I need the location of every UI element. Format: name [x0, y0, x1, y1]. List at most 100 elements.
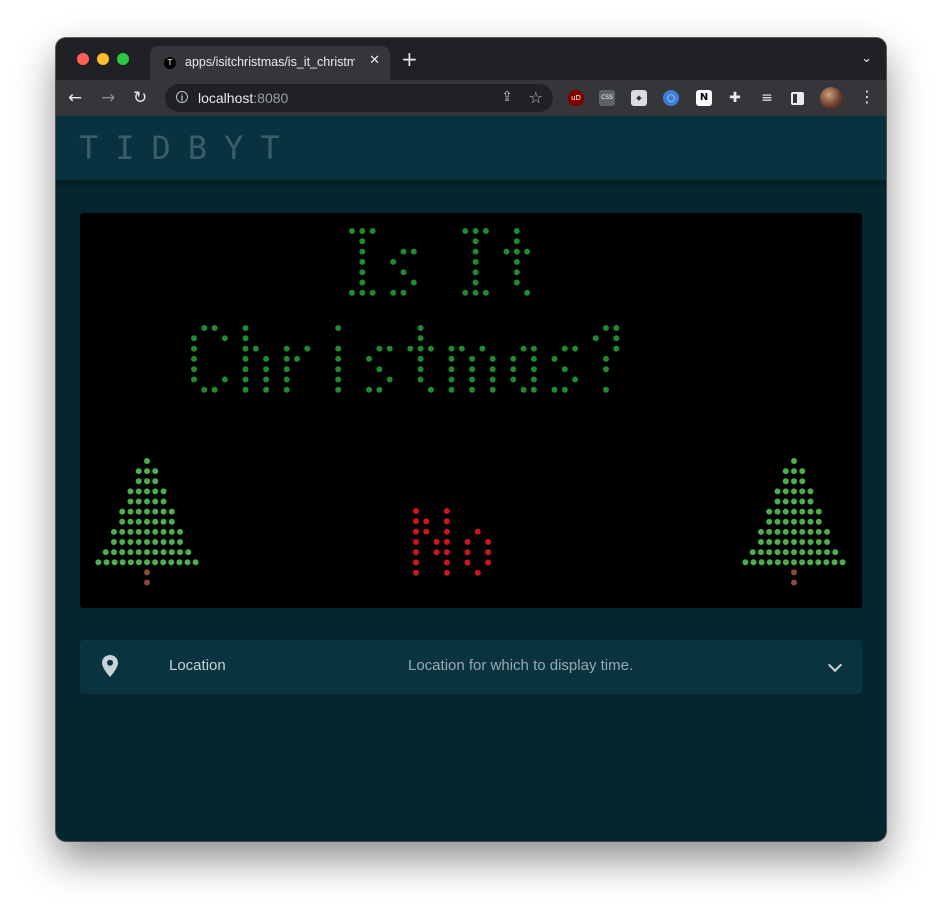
led-char-dot	[472, 269, 479, 276]
led-char-dot	[530, 376, 537, 383]
tree-dot	[135, 478, 142, 485]
tab-close-icon[interactable]: ✕	[369, 53, 380, 68]
close-window-button[interactable]	[77, 53, 89, 65]
url-port: :8080	[253, 90, 289, 106]
browser-window: T apps/isitchristmas/is_it_christmas ✕ +…	[56, 38, 886, 841]
tree-dot	[152, 549, 159, 556]
tree-dot	[791, 468, 797, 475]
tree-dot	[103, 559, 110, 566]
tree-dot	[152, 539, 159, 545]
puzzle-icon[interactable]: ✚	[727, 90, 743, 106]
tree-dot	[766, 549, 773, 556]
tree-dot	[160, 508, 167, 515]
back-arrow-icon[interactable]: ←	[68, 88, 82, 108]
led-char-dot	[464, 549, 471, 556]
tree-dot	[144, 498, 150, 505]
led-char-dot	[613, 335, 620, 342]
tree-dot	[135, 539, 142, 545]
tab-active[interactable]: T apps/isitchristmas/is_it_christmas ✕	[150, 46, 390, 80]
tree-dot	[184, 559, 191, 566]
led-char-dot	[304, 345, 311, 352]
tree-dot	[799, 549, 806, 556]
star-icon[interactable]: ☆	[529, 88, 543, 107]
led-char-dot	[242, 386, 249, 393]
led-char-dot	[369, 289, 376, 296]
led-char-dot	[369, 228, 376, 234]
location-description: Location for which to display time.	[408, 657, 634, 674]
tree-dot	[135, 498, 142, 505]
minimize-window-button[interactable]	[97, 53, 109, 65]
url-text: localhost:8080	[198, 90, 288, 106]
chevron-down-icon[interactable]	[827, 657, 843, 673]
tree-dot	[815, 539, 822, 545]
address-bar[interactable]: i localhost:8080 ⇪ ☆	[165, 84, 553, 112]
tree-dot	[791, 518, 797, 525]
tab-search-chevron-icon[interactable]: ⌄	[861, 51, 872, 66]
led-char-dot	[448, 345, 455, 352]
tree-dot	[799, 498, 806, 505]
led-char-dot	[191, 376, 197, 383]
led-char-dot	[603, 325, 609, 331]
tree-dot	[791, 458, 797, 464]
avatar[interactable]	[820, 87, 842, 109]
notion-icon[interactable]: N	[696, 90, 712, 106]
led-char-dot	[417, 335, 424, 342]
tree-dot	[807, 549, 814, 556]
led-matrix-svg	[95, 228, 846, 586]
tab-strip: T apps/isitchristmas/is_it_christmas ✕ +…	[56, 38, 886, 80]
tree-dot	[766, 559, 773, 566]
tree-dot	[799, 528, 806, 535]
led-char-dot	[561, 366, 568, 373]
tree-dot	[144, 528, 150, 535]
tree-dot	[815, 528, 822, 535]
tree-dot	[144, 478, 150, 485]
tree-dot	[135, 508, 142, 515]
led-char-dot	[359, 279, 366, 286]
led-char-dot	[433, 549, 440, 556]
tree-dot	[742, 559, 749, 566]
tree-dot	[177, 528, 184, 535]
ring-icon[interactable]: ◯	[663, 90, 679, 106]
zoom-window-button[interactable]	[117, 53, 129, 65]
led-char-dot	[513, 228, 520, 234]
led-char-dot	[443, 508, 450, 514]
led-char-dot	[464, 559, 471, 566]
tree-dot	[152, 559, 159, 566]
tree-dot	[766, 518, 773, 525]
kebab-menu-icon[interactable]: ⋮	[859, 87, 875, 107]
tree-dot	[807, 528, 814, 535]
queue-icon[interactable]: ≡	[759, 90, 775, 106]
tree-dot	[791, 559, 797, 566]
led-char-dot	[520, 345, 527, 352]
reload-icon[interactable]: ↻	[133, 88, 147, 108]
eraser-icon[interactable]: ◆	[631, 90, 647, 106]
tree-dot	[749, 549, 756, 556]
location-config-row[interactable]: Location Location for which to display t…	[80, 640, 862, 694]
led-char-dot	[417, 325, 424, 331]
led-char-dot	[242, 345, 249, 352]
tidbyt-logo: TIDBYT	[79, 129, 297, 167]
tree-dot	[152, 468, 159, 475]
sidepanel-icon[interactable]	[791, 92, 804, 105]
ublock-icon[interactable]: uD	[568, 90, 584, 106]
tree-dot	[774, 498, 781, 505]
tree-dot	[127, 539, 134, 545]
url-host: localhost	[198, 90, 254, 106]
led-char-dot	[366, 355, 373, 362]
tree-dot	[127, 498, 134, 505]
led-char-dot	[423, 528, 430, 535]
tree-dot	[144, 458, 150, 464]
led-char-dot	[469, 386, 476, 393]
share-icon[interactable]: ⇪	[501, 89, 513, 105]
css-icon[interactable]: CSS	[599, 90, 615, 106]
new-tab-button[interactable]: +	[401, 49, 418, 69]
info-icon[interactable]: i	[176, 91, 188, 103]
led-char-dot	[462, 289, 469, 296]
tree-dot	[807, 488, 814, 495]
forward-arrow-icon[interactable]: →	[101, 88, 115, 108]
led-char-dot	[513, 269, 520, 276]
led-char-dot	[263, 376, 270, 383]
led-char-dot	[510, 366, 517, 373]
led-char-dot	[191, 366, 197, 373]
led-char-dot	[335, 345, 342, 352]
